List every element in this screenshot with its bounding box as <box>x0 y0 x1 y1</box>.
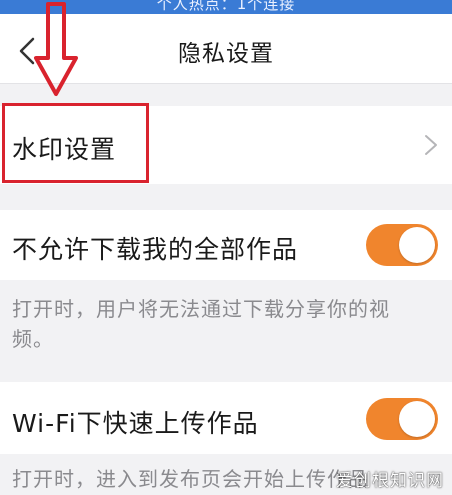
status-bar: 个人热点：1个连接 <box>0 0 452 14</box>
status-bar-text: 个人热点：1个连接 <box>156 0 296 13</box>
wifi-upload-row: Wi-Fi下快速上传作品 <box>0 382 452 454</box>
disallow-download-row: 不允许下载我的全部作品 <box>0 210 452 280</box>
chevron-right-icon <box>425 135 437 155</box>
toggle-knob <box>399 227 435 263</box>
disallow-download-label: 不允许下载我的全部作品 <box>12 235 299 264</box>
watermark-settings-row[interactable]: 水印设置 <box>0 106 452 184</box>
wifi-upload-label: Wi-Fi下快速上传作品 <box>12 409 259 438</box>
toggle-knob <box>399 401 435 437</box>
disallow-download-description: 打开时，用户将无法通过下载分享你的视频。 <box>12 297 390 351</box>
disallow-download-toggle[interactable] <box>366 224 438 266</box>
watermark-text: 爱创根知识网 <box>336 471 444 491</box>
nav-bar: 隐私设置 <box>0 14 452 84</box>
watermark-settings-label: 水印设置 <box>12 135 117 164</box>
wifi-upload-toggle[interactable] <box>366 398 438 440</box>
screen: 个人热点：1个连接 隐私设置 水印设置 不允许下载我的全部作品 打开时，用户将无… <box>0 0 452 495</box>
page-title: 隐私设置 <box>178 41 274 67</box>
